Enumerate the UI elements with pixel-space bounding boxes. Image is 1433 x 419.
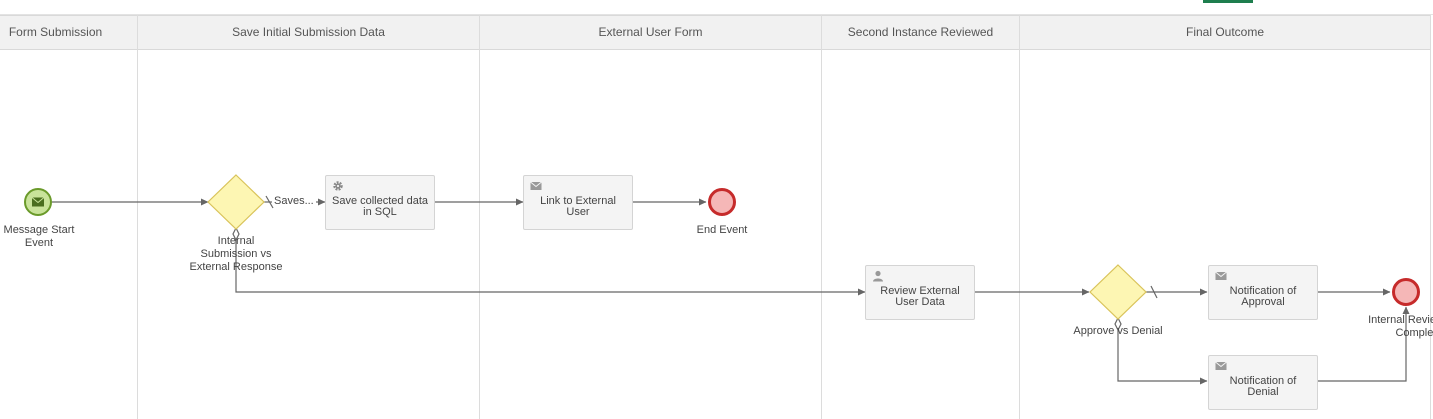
end-event-internal-review-complete[interactable] [1392,278,1420,306]
start-event-label: Message Start Event [3,224,75,249]
message-start-event[interactable] [24,188,52,216]
user-task-review-external-data[interactable]: Review External User Data [865,265,975,320]
service-task-save-sql[interactable]: Save collected data in SQL [325,175,435,230]
task-label: Link to External User [540,194,616,218]
end-event-label: End Event [696,224,748,236]
exclusive-gateway-internal-vs-external[interactable] [207,174,265,230]
task-label: Notification of Approval [1229,284,1297,308]
send-task-notification-denial[interactable]: Notification of Denial [1208,355,1318,410]
task-label: Review External User Data [880,284,960,308]
flow-label-saves[interactable]: Saves... [274,195,314,207]
send-task-link-external-user[interactable]: Link to External User [523,175,633,230]
flow-gateway-to-review[interactable] [235,240,866,296]
end-event-review-complete-label: Internal Review Complete [1368,314,1433,339]
task-label: Notification of Denial [1229,374,1297,398]
exclusive-gateway-approve-vs-denial[interactable] [1089,264,1147,320]
task-label: Save collected data in SQL [331,194,428,218]
send-task-notification-approval[interactable]: Notification of Approval [1208,265,1318,320]
end-event[interactable] [708,188,736,216]
gateway-internal-external-label: Internal Submission vs External Response [189,235,283,273]
gateway-approve-denial-label: Approve vs Denial [1073,325,1163,337]
envelope-icon [31,197,45,207]
